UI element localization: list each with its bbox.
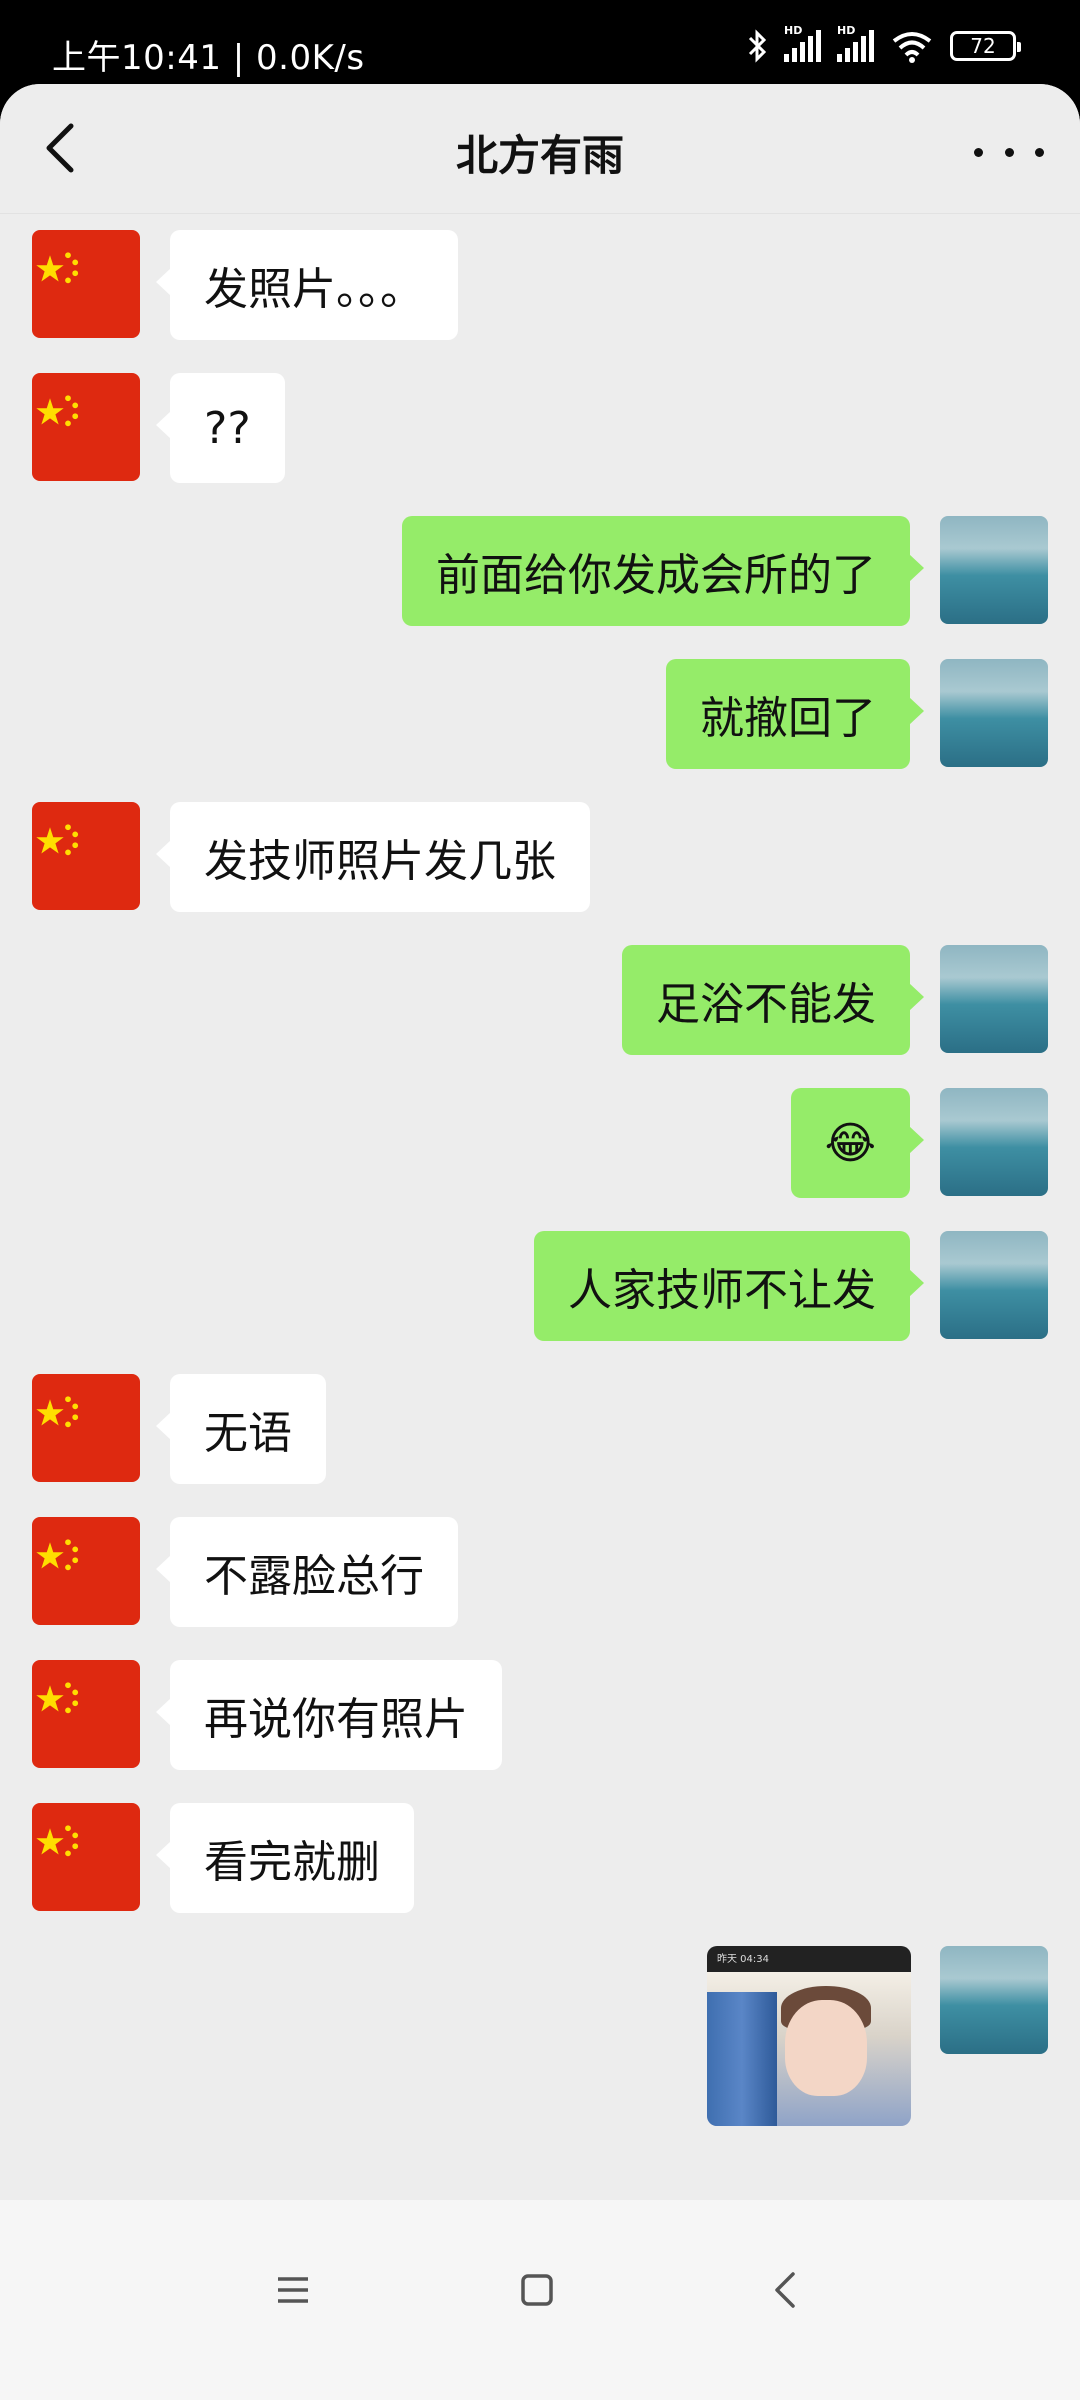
signal-icon-2: HD	[837, 24, 874, 62]
message-bubble-emoji[interactable]: 😂	[790, 1088, 925, 1198]
message-row-image: 昨天 04:34	[0, 1946, 1080, 2198]
message-row: 发照片。。。	[0, 230, 1080, 340]
battery-level: 72	[970, 34, 996, 58]
chat-screen: 北方有雨 发照片。。。 ?? 前面给你发成会所的了 就撤回了 发技师照片发几张	[0, 84, 1080, 2400]
signal-icon: HD	[784, 24, 821, 62]
message-bubble[interactable]: 不露脸总行	[156, 1517, 458, 1627]
hd-label: HD	[784, 24, 803, 37]
message-bubble[interactable]: 就撤回了	[666, 659, 924, 769]
message-row: 人家技师不让发	[0, 1231, 1080, 1341]
message-row: 😂	[0, 1088, 1080, 1198]
contact-avatar[interactable]	[32, 1803, 140, 1911]
nav-back-button[interactable]	[755, 2260, 815, 2320]
message-bubble[interactable]: 发照片。。。	[156, 230, 458, 340]
message-bubble[interactable]: 看完就删	[156, 1803, 414, 1913]
contact-avatar[interactable]	[32, 1517, 140, 1625]
message-list[interactable]: 发照片。。。 ?? 前面给你发成会所的了 就撤回了 发技师照片发几张 足浴不能发…	[0, 214, 1080, 2198]
message-row: 就撤回了	[0, 659, 1080, 769]
message-row: 再说你有照片	[0, 1660, 1080, 1770]
status-bar: 上午10:41 | 0.0K/s HD HD 72	[0, 0, 1080, 84]
contact-avatar[interactable]	[32, 1660, 140, 1768]
contact-avatar[interactable]	[32, 802, 140, 910]
message-bubble[interactable]: 发技师照片发几张	[156, 802, 590, 912]
battery-icon: 72	[950, 31, 1021, 61]
system-nav-bar	[0, 2200, 1080, 2400]
image-photo	[707, 1972, 911, 2126]
image-header: 昨天 04:34	[707, 1946, 911, 1972]
title-bar: 北方有雨	[0, 84, 1080, 214]
nav-home-button[interactable]	[507, 2260, 567, 2320]
my-avatar[interactable]	[940, 1231, 1048, 1339]
message-bubble[interactable]: ??	[156, 373, 285, 483]
message-row: 无语	[0, 1374, 1080, 1484]
message-row: 不露脸总行	[0, 1517, 1080, 1627]
image-time: 昨天 04:34	[717, 1954, 769, 1965]
wifi-icon	[892, 32, 932, 63]
my-avatar[interactable]	[940, 516, 1048, 624]
back-triangle-icon	[775, 2272, 795, 2308]
contact-avatar[interactable]	[32, 230, 140, 338]
message-row: ??	[0, 373, 1080, 483]
message-bubble[interactable]: 无语	[156, 1374, 326, 1484]
message-row: 足浴不能发	[0, 945, 1080, 1055]
status-time: 上午10:41 | 0.0K/s	[52, 38, 365, 78]
bluetooth-icon	[748, 29, 767, 63]
my-avatar[interactable]	[940, 659, 1048, 767]
more-button[interactable]	[974, 132, 1044, 172]
square-icon	[521, 2274, 553, 2306]
ellipsis-icon	[974, 147, 983, 157]
nav-menu-button[interactable]	[263, 2260, 323, 2320]
my-avatar[interactable]	[940, 945, 1048, 1053]
message-bubble[interactable]: 前面给你发成会所的了	[402, 516, 924, 626]
menu-icon	[278, 2277, 308, 2303]
image-message[interactable]: 昨天 04:34	[707, 1946, 911, 2126]
message-bubble[interactable]: 人家技师不让发	[534, 1231, 924, 1341]
message-row: 发技师照片发几张	[0, 802, 1080, 912]
message-bubble[interactable]: 足浴不能发	[622, 945, 924, 1055]
message-row: 看完就删	[0, 1803, 1080, 1913]
my-avatar[interactable]	[940, 1088, 1048, 1196]
hd-label-2: HD	[837, 24, 856, 37]
contact-avatar[interactable]	[32, 1374, 140, 1482]
chat-title: 北方有雨	[455, 131, 624, 180]
my-avatar[interactable]	[940, 1946, 1048, 2054]
message-bubble[interactable]: 再说你有照片	[156, 1660, 502, 1770]
message-row: 前面给你发成会所的了	[0, 516, 1080, 626]
contact-avatar[interactable]	[32, 373, 140, 481]
status-icons: HD HD 72	[746, 24, 1021, 64]
